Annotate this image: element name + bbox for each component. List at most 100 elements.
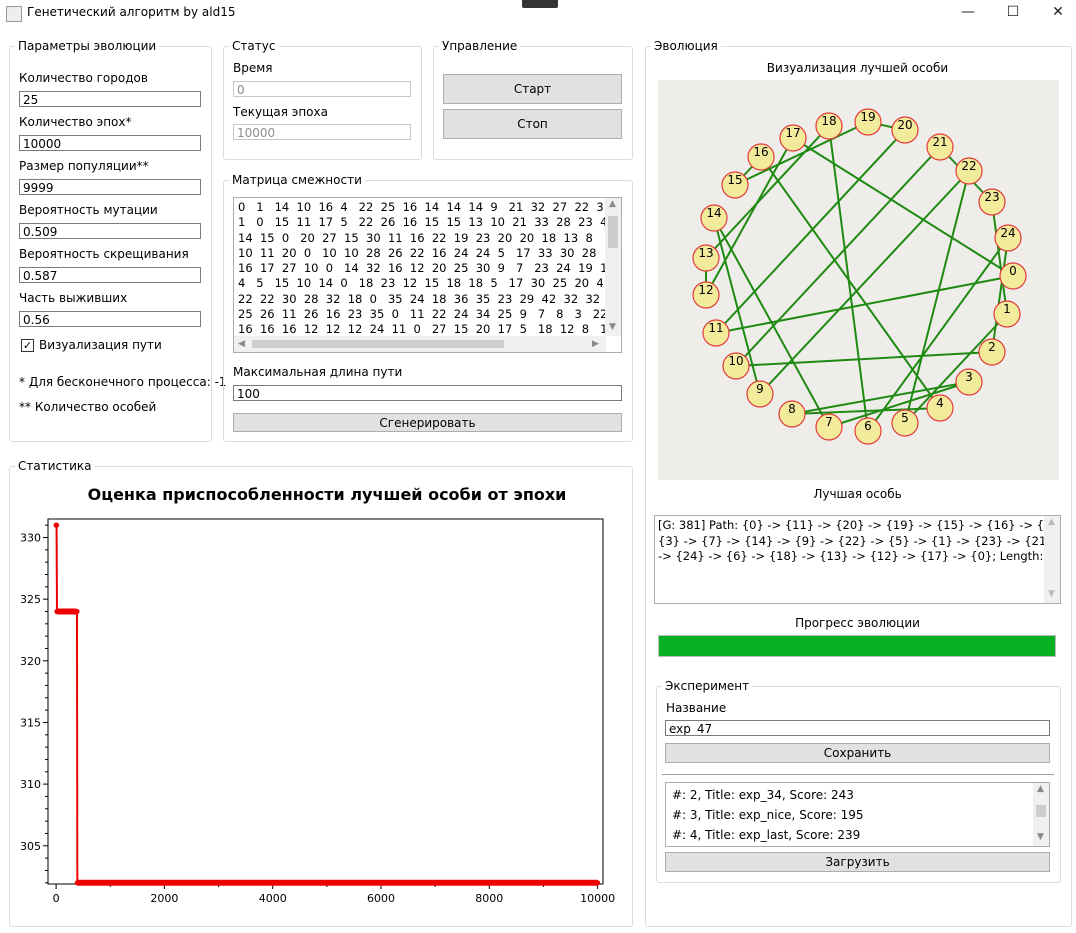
- maximize-button[interactable]: ☐: [990, 0, 1036, 24]
- y-tick-label: 310: [20, 778, 41, 791]
- matrix-hscroll-thumb[interactable]: [252, 340, 504, 348]
- plot-frame: [47, 518, 604, 885]
- matrix-vscroll-thumb[interactable]: [608, 216, 618, 248]
- scroll-up-icon[interactable]: ▲: [1037, 784, 1044, 794]
- city-label: 24: [1000, 226, 1015, 240]
- save-button[interactable]: Сохранить: [665, 743, 1050, 763]
- load-button[interactable]: Загрузить: [665, 852, 1050, 872]
- x-tick-label: 0: [53, 892, 60, 905]
- best-path-visualization: 0123456789101112131415161718 192021222324: [658, 80, 1059, 480]
- status-group-label: Статус: [229, 39, 279, 53]
- city-label: 23: [984, 190, 999, 204]
- city-label: 3: [965, 370, 973, 384]
- scroll-down-icon[interactable]: ▼: [609, 322, 616, 332]
- population-input[interactable]: 9999: [19, 179, 201, 195]
- experiment-list[interactable]: #: 2, Title: exp_34, Score: 243 #: 3, Ti…: [665, 782, 1050, 847]
- fitness-chart: Оценка приспособленности лучшей особи от…: [20, 485, 615, 905]
- start-button[interactable]: Старт: [443, 74, 622, 104]
- y-tick-label: 330: [20, 531, 41, 544]
- experiment-group-label: Эксперимент: [662, 679, 753, 693]
- divider: [662, 774, 1054, 775]
- epoch-label: Текущая эпоха: [233, 105, 328, 119]
- experiment-list-scrollbar[interactable]: ▲ ▼: [1033, 783, 1049, 846]
- visualize-checkbox[interactable]: ✓: [21, 339, 34, 352]
- list-item[interactable]: #: 3, Title: exp_nice, Score: 195: [672, 808, 864, 822]
- scroll-left-icon[interactable]: ◀: [238, 339, 245, 349]
- scroll-down-icon[interactable]: ▼: [1037, 832, 1044, 842]
- best-text-line-1: [G: 381] Path: {0} -> {11} -> {20} -> {1…: [658, 518, 1060, 532]
- city-label: 11: [708, 321, 723, 335]
- matrix-textbox[interactable]: 0 1 14 10 16 4 22 25 16 14 14 14 9 21 32…: [233, 197, 622, 353]
- city-label: 0: [1009, 264, 1017, 278]
- y-tick-label: 305: [20, 840, 41, 853]
- params-group-label: Параметры эволюции: [15, 39, 160, 53]
- best-text-scrollbar[interactable]: ▲ ▼: [1044, 516, 1060, 603]
- data-point: [53, 522, 60, 528]
- city-label: 8: [788, 402, 796, 416]
- chart-title: Оценка приспособленности лучшей особи от…: [88, 485, 567, 504]
- experiment-list-thumb[interactable]: [1036, 805, 1046, 817]
- fitness-series-line: [55, 524, 598, 884]
- crossover-input[interactable]: 0.587: [19, 267, 201, 283]
- city-label: 9: [756, 382, 764, 396]
- progress-fill: [659, 636, 1055, 656]
- list-item[interactable]: #: 2, Title: exp_34, Score: 243: [672, 788, 854, 802]
- city-label: 12: [698, 283, 713, 297]
- y-tick-label: 320: [20, 655, 41, 668]
- x-tick-label: 10000: [580, 892, 615, 905]
- list-item[interactable]: #: 4, Title: exp_last, Score: 239: [672, 828, 860, 842]
- mutation-input[interactable]: 0.509: [19, 223, 201, 239]
- minimize-button[interactable]: —: [945, 0, 991, 24]
- epochs-input[interactable]: 10000: [19, 135, 201, 151]
- city-label: 21: [932, 135, 947, 149]
- snap-grip[interactable]: [522, 0, 558, 8]
- dense-markers: [77, 879, 598, 886]
- experiment-name-label: Название: [666, 701, 727, 715]
- cities-input[interactable]: 25: [19, 91, 201, 107]
- close-button[interactable]: ✕: [1035, 0, 1076, 24]
- app-icon: [6, 6, 22, 22]
- note-infinite: * Для бесконечного процесса: -1: [19, 375, 227, 389]
- evolution-progress-bar: [658, 635, 1056, 657]
- survivors-input[interactable]: 0.56: [19, 311, 201, 327]
- stop-button[interactable]: Стоп: [443, 109, 622, 139]
- control-group-label: Управление: [439, 39, 521, 53]
- city-label: 14: [706, 206, 721, 220]
- y-tick-label: 315: [20, 716, 41, 729]
- best-individual-textbox[interactable]: [G: 381] Path: {0} -> {11} -> {20} -> {1…: [654, 515, 1061, 604]
- y-tick-label: 325: [20, 593, 41, 606]
- city-label: 1: [1003, 302, 1011, 316]
- dense-markers: [57, 608, 77, 615]
- x-tick-label: 2000: [150, 892, 178, 905]
- scroll-up-icon[interactable]: ▲: [609, 199, 616, 209]
- scroll-up-icon[interactable]: ▲: [1048, 517, 1055, 527]
- matrix-vertical-scrollbar[interactable]: ▲ ▼: [605, 198, 621, 336]
- evolution-group-label: Эволюция: [651, 39, 721, 53]
- city-label: 17: [785, 126, 800, 140]
- city-label: 15: [727, 173, 742, 187]
- best-text-line-3: -> {24} -> {6} -> {18} -> {13} -> {12} -…: [658, 549, 1061, 563]
- max-path-input[interactable]: 100: [233, 385, 622, 401]
- experiment-name-input[interactable]: exp_47: [665, 720, 1050, 736]
- best-text-line-2: {3} -> {7} -> {14} -> {9} -> {22} -> {5}…: [658, 533, 1060, 548]
- title-bar: Генетический алгоритм by ald15 — ☐ ✕: [0, 0, 1076, 26]
- time-label: Время: [233, 61, 273, 75]
- city-label: 13: [698, 246, 713, 260]
- scroll-right-icon[interactable]: ▶: [592, 339, 599, 349]
- generate-button[interactable]: Сгенерировать: [233, 413, 622, 432]
- scroll-down-icon[interactable]: ▼: [1048, 589, 1055, 599]
- population-label: Размер популяции**: [19, 159, 149, 173]
- best-label: Лучшая особь: [813, 487, 902, 501]
- x-tick-label: 4000: [259, 892, 287, 905]
- city-label: 20: [897, 118, 912, 132]
- progress-label: Прогресс эволюции: [795, 616, 920, 630]
- viz-title: Визуализация лучшей особи: [766, 61, 949, 75]
- stats-group-label: Статистика: [15, 459, 95, 473]
- matrix-horizontal-scrollbar[interactable]: ◀ ▶: [234, 336, 606, 352]
- crossover-label: Вероятность скрещивания: [19, 247, 189, 261]
- city-label: 19: [860, 110, 875, 124]
- mutation-label: Вероятность мутации: [19, 203, 158, 217]
- city-label: 22: [961, 159, 976, 173]
- viz-background: [658, 80, 1059, 480]
- city-label: 5: [901, 411, 909, 425]
